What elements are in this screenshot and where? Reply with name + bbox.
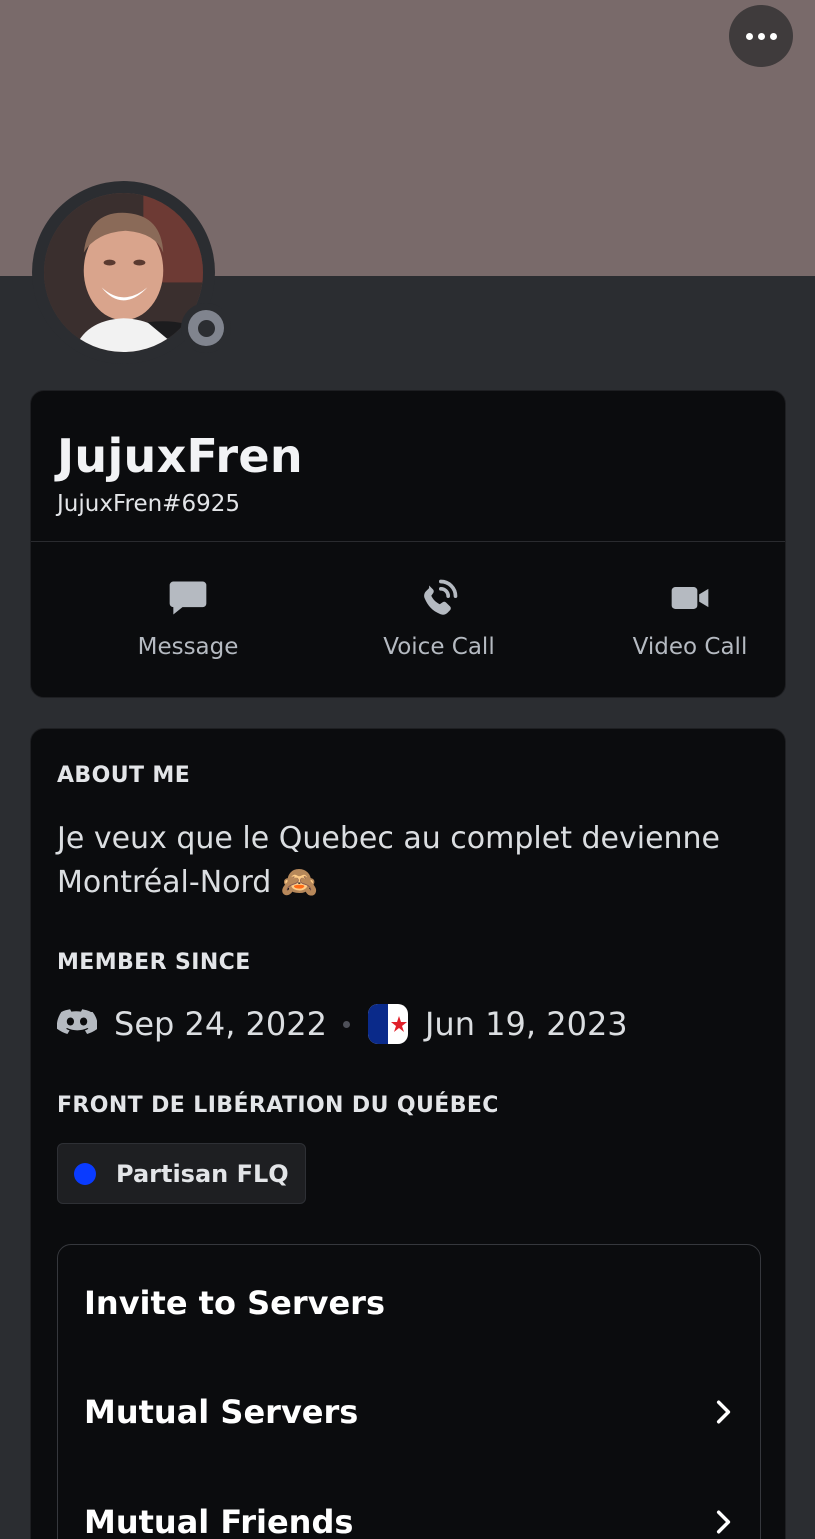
chevron-right-icon: [716, 1400, 731, 1424]
member-since-heading: MEMBER SINCE: [57, 950, 251, 975]
invite-to-servers-label: Invite to Servers: [84, 1284, 385, 1322]
invite-to-servers-item[interactable]: Invite to Servers: [58, 1263, 760, 1343]
voice-call-label: Voice Call: [383, 634, 495, 660]
avatar-photo: [44, 193, 203, 352]
voice-call-icon: [424, 579, 458, 615]
avatar-frame: [32, 181, 231, 364]
discord-join-date: Sep 24, 2022: [114, 1005, 327, 1043]
status-indicator: [181, 303, 231, 353]
mutual-servers-label: Mutual Servers: [84, 1393, 359, 1431]
avatar[interactable]: [44, 193, 203, 352]
discord-logo-icon: [57, 1009, 97, 1034]
more-dots-icon-dot: [769, 32, 777, 40]
server-icon[interactable]: [367, 1004, 408, 1044]
more-dots-icon: [745, 32, 753, 40]
role-name: Partisan FLQ: [116, 1159, 289, 1188]
server-join-date: Jun 19, 2023: [424, 1005, 628, 1043]
chevron-right-icon: [716, 1510, 731, 1534]
voice-call-button[interactable]: Voice Call: [339, 576, 539, 666]
username[interactable]: JujuxFren#6925: [57, 491, 240, 517]
more-dots-icon-dot: [757, 32, 765, 40]
offline-status-icon: [188, 310, 224, 346]
video-call-button[interactable]: Video Call: [590, 576, 790, 666]
mutual-servers-item[interactable]: Mutual Servers: [58, 1372, 760, 1452]
role-pill[interactable]: Partisan FLQ: [57, 1143, 306, 1204]
message-icon: [169, 581, 207, 615]
video-camera-icon: [671, 587, 709, 609]
video-call-label: Video Call: [632, 634, 748, 660]
divider: [31, 541, 785, 542]
message-label: Message: [137, 634, 239, 660]
mutual-friends-item[interactable]: Mutual Friends: [58, 1482, 760, 1539]
profile-header-card: JujuxFren JujuxFren#6925 Message Voice C…: [30, 390, 786, 698]
separator-dot: [342, 1020, 350, 1028]
profile-details-card: ABOUT ME Je veux que le Quebec au comple…: [30, 728, 786, 1539]
role-color-dot: [74, 1162, 96, 1185]
status-hole: [197, 319, 215, 337]
member-since-row: Sep 24, 2022 Jun 19, 2023: [57, 999, 628, 1049]
about-me-heading: ABOUT ME: [57, 763, 191, 788]
mutual-friends-label: Mutual Friends: [84, 1503, 354, 1539]
more-options-button[interactable]: [729, 5, 793, 67]
message-button[interactable]: Message: [88, 576, 288, 666]
display-name: JujuxFren: [57, 429, 303, 483]
profile-actions-menu: Invite to Servers Mutual Servers Mutual …: [57, 1244, 761, 1539]
server-roles-heading: FRONT DE LIBÉRATION DU QUÉBEC: [57, 1093, 499, 1118]
about-me-text: Je veux que le Quebec au complet devienn…: [57, 821, 721, 900]
